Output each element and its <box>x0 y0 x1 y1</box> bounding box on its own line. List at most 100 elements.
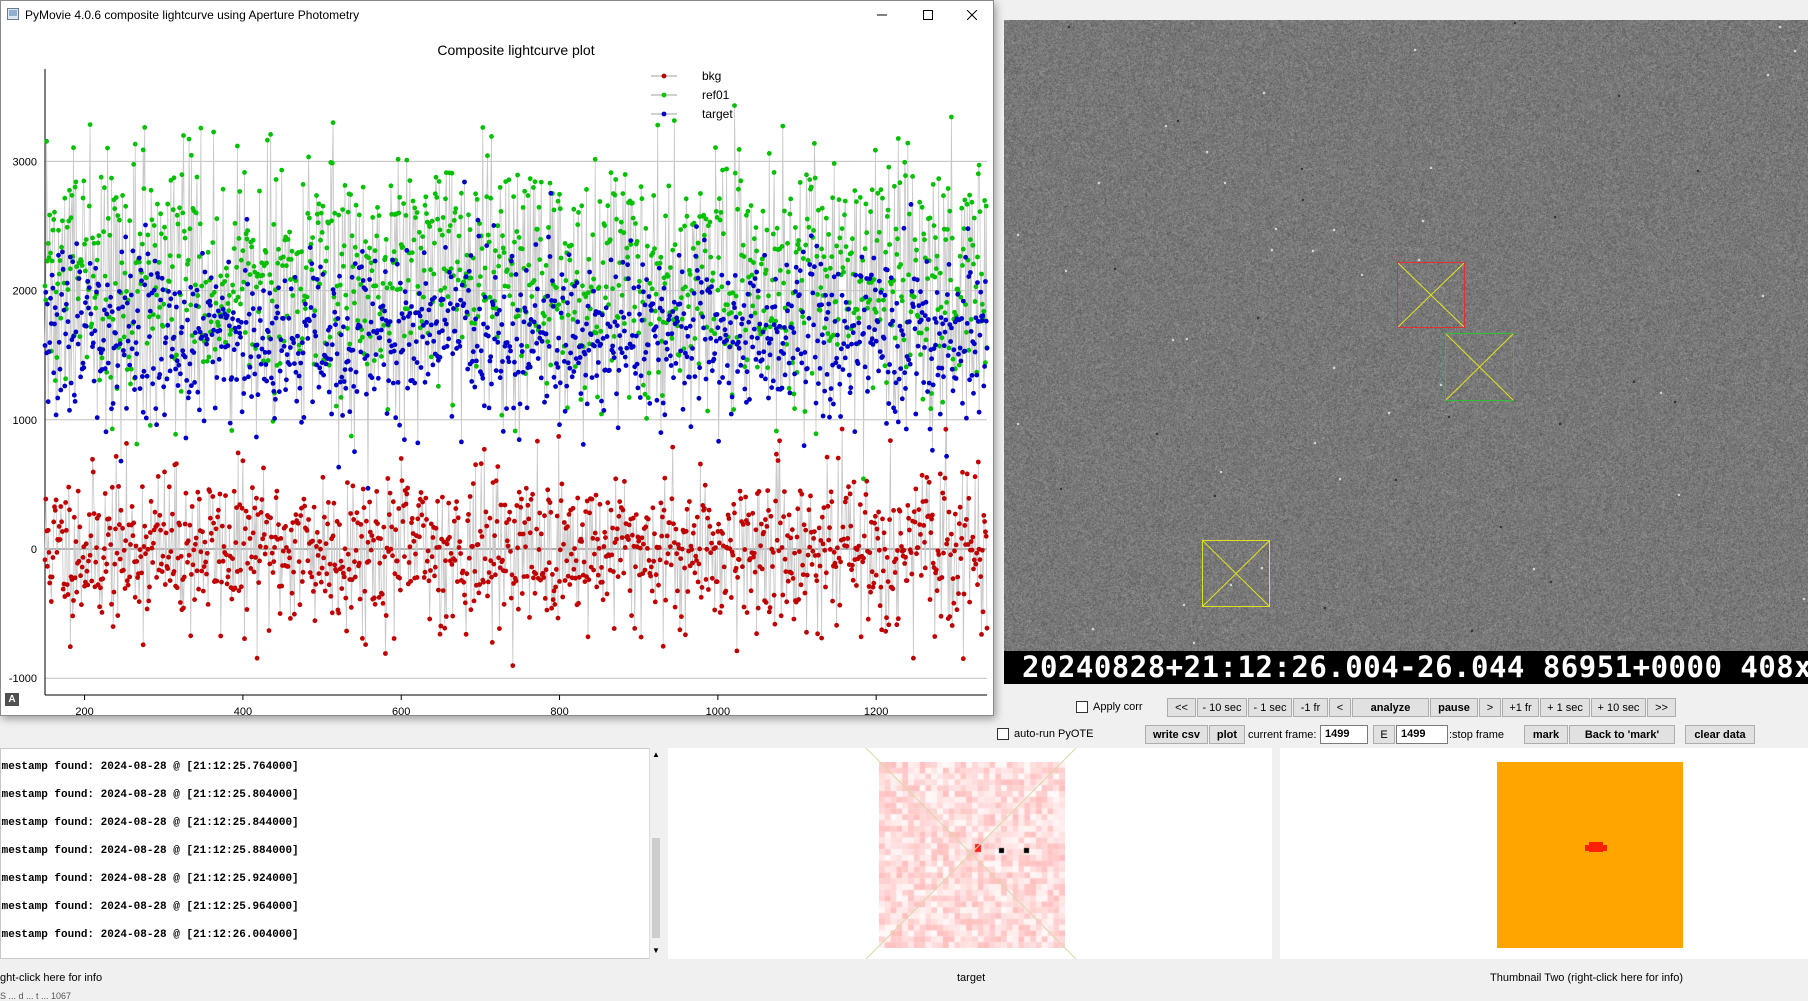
video-frame-display[interactable]: 20240828+21:12:26.004-26.044 86951+0000 … <box>1004 20 1808 684</box>
forward-one-button[interactable]: > <box>1479 698 1501 717</box>
data-point-bkg <box>56 524 62 529</box>
data-point-target <box>604 334 610 339</box>
pause-button[interactable]: pause <box>1430 698 1478 717</box>
data-point-target <box>406 342 412 347</box>
data-point-target <box>477 306 482 312</box>
stop-frame-input[interactable]: 1499 <box>1396 725 1448 744</box>
data-point-ref01 <box>63 376 68 382</box>
data-point-bkg <box>698 461 703 467</box>
data-point-ref01 <box>504 267 510 273</box>
plus-10-sec-button[interactable]: + 10 sec <box>1591 698 1646 717</box>
data-point-target <box>951 347 957 353</box>
data-point-target <box>653 324 659 330</box>
e-button[interactable]: E <box>1373 725 1395 744</box>
data-point-bkg <box>340 564 345 570</box>
minus-10-sec-button[interactable]: - 10 sec <box>1197 698 1247 717</box>
log-scrollbar[interactable]: ▲ ▼ <box>649 748 663 959</box>
back-one-button[interactable]: < <box>1329 698 1351 717</box>
plot-window-title-bar[interactable]: PyMovie 4.0.6 composite lightcurve using… <box>1 1 993 29</box>
video-frame-image[interactable] <box>1004 20 1808 651</box>
minus-1-sec-button[interactable]: - 1 sec <box>1248 698 1292 717</box>
data-point-target <box>258 361 264 367</box>
data-point-target <box>673 361 679 366</box>
data-point-ref01 <box>813 431 819 437</box>
data-point-bkg <box>602 529 608 535</box>
data-point-target <box>172 291 178 297</box>
plus-1-frame-button[interactable]: +1 fr <box>1502 698 1539 717</box>
scroll-thumb[interactable] <box>652 838 660 938</box>
data-point-target <box>558 310 564 316</box>
data-point-target <box>712 351 718 356</box>
data-point-bkg <box>909 571 915 577</box>
apply-corr-checkbox[interactable] <box>1076 701 1088 713</box>
data-point-ref01 <box>158 211 164 217</box>
data-point-ref01 <box>146 260 152 265</box>
aperture-bkg[interactable] <box>1202 540 1270 607</box>
plot-button[interactable]: plot <box>1209 725 1245 744</box>
data-point-ref01 <box>969 199 975 205</box>
data-point-target <box>964 321 970 326</box>
close-icon[interactable] <box>949 1 995 29</box>
data-point-target <box>278 337 284 343</box>
back-fast-button[interactable]: << <box>1167 698 1196 717</box>
data-point-ref01 <box>390 285 395 291</box>
auto-run-pyote-checkbox[interactable] <box>997 728 1009 740</box>
clear-data-button[interactable]: clear data <box>1685 725 1755 744</box>
thumbnail-two-pane[interactable] <box>1280 748 1808 959</box>
data-point-target <box>257 306 262 311</box>
log-text-area[interactable]: imestamp found: 2024-08-28 @ [21:12:25.7… <box>0 748 650 959</box>
data-point-bkg <box>557 547 563 553</box>
data-point-bkg <box>382 554 387 560</box>
minus-1-frame-button[interactable]: -1 fr <box>1293 698 1328 717</box>
data-point-ref01 <box>50 227 56 233</box>
data-point-target <box>882 292 888 298</box>
data-point-ref01 <box>473 191 478 197</box>
data-point-ref01 <box>819 246 824 252</box>
data-point-bkg <box>371 595 377 601</box>
maximize-icon[interactable] <box>905 1 951 29</box>
scroll-up-icon[interactable]: ▲ <box>652 750 660 759</box>
data-point-ref01 <box>488 195 494 201</box>
thumbnail-one-label[interactable]: target <box>957 972 985 984</box>
current-frame-input[interactable]: 1499 <box>1320 725 1368 744</box>
data-point-bkg <box>113 454 119 459</box>
log-pane-hint[interactable]: ght-click here for info <box>0 972 102 984</box>
data-point-ref01 <box>53 289 59 295</box>
data-point-ref01 <box>249 244 255 250</box>
data-point-ref01 <box>873 309 879 315</box>
plus-1-sec-button[interactable]: + 1 sec <box>1540 698 1590 717</box>
aperture-ref01[interactable] <box>1445 333 1514 401</box>
data-point-bkg <box>646 558 652 563</box>
thumbnail-one-pane[interactable] <box>668 748 1272 959</box>
thumbnail-two-label[interactable]: Thumbnail Two (right-click here for info… <box>1490 972 1683 984</box>
data-point-bkg <box>545 487 551 493</box>
data-point-target <box>140 374 145 379</box>
write-csv-button[interactable]: write csv <box>1145 725 1208 744</box>
lightcurve-plot[interactable]: Composite lightcurve plot-10000100020003… <box>1 29 993 715</box>
data-point-target <box>831 274 837 280</box>
scroll-down-icon[interactable]: ▼ <box>652 946 660 955</box>
mark-button[interactable]: mark <box>1524 725 1568 744</box>
data-point-ref01 <box>536 204 542 210</box>
data-point-target <box>827 414 832 420</box>
analyze-button[interactable]: analyze <box>1352 698 1429 717</box>
data-point-target <box>450 351 456 357</box>
data-point-ref01 <box>831 161 837 166</box>
data-point-bkg <box>394 558 400 564</box>
minimize-icon[interactable] <box>859 1 905 29</box>
data-point-bkg <box>555 615 561 621</box>
data-point-bkg <box>930 560 936 566</box>
back-to-mark-button[interactable]: Back to 'mark' <box>1569 725 1675 744</box>
lightcurve-plot-window[interactable]: PyMovie 4.0.6 composite lightcurve using… <box>0 0 994 716</box>
data-point-ref01 <box>613 177 619 182</box>
data-point-target <box>329 411 334 417</box>
data-point-ref01 <box>68 215 74 221</box>
data-point-ref01 <box>169 317 175 322</box>
data-point-bkg <box>668 544 673 549</box>
auto-range-button[interactable]: A <box>5 693 19 706</box>
aperture-target[interactable] <box>1397 262 1465 328</box>
data-point-target <box>746 319 752 325</box>
forward-fast-button[interactable]: >> <box>1647 698 1676 717</box>
data-point-target <box>680 406 686 412</box>
data-point-bkg <box>594 584 600 590</box>
